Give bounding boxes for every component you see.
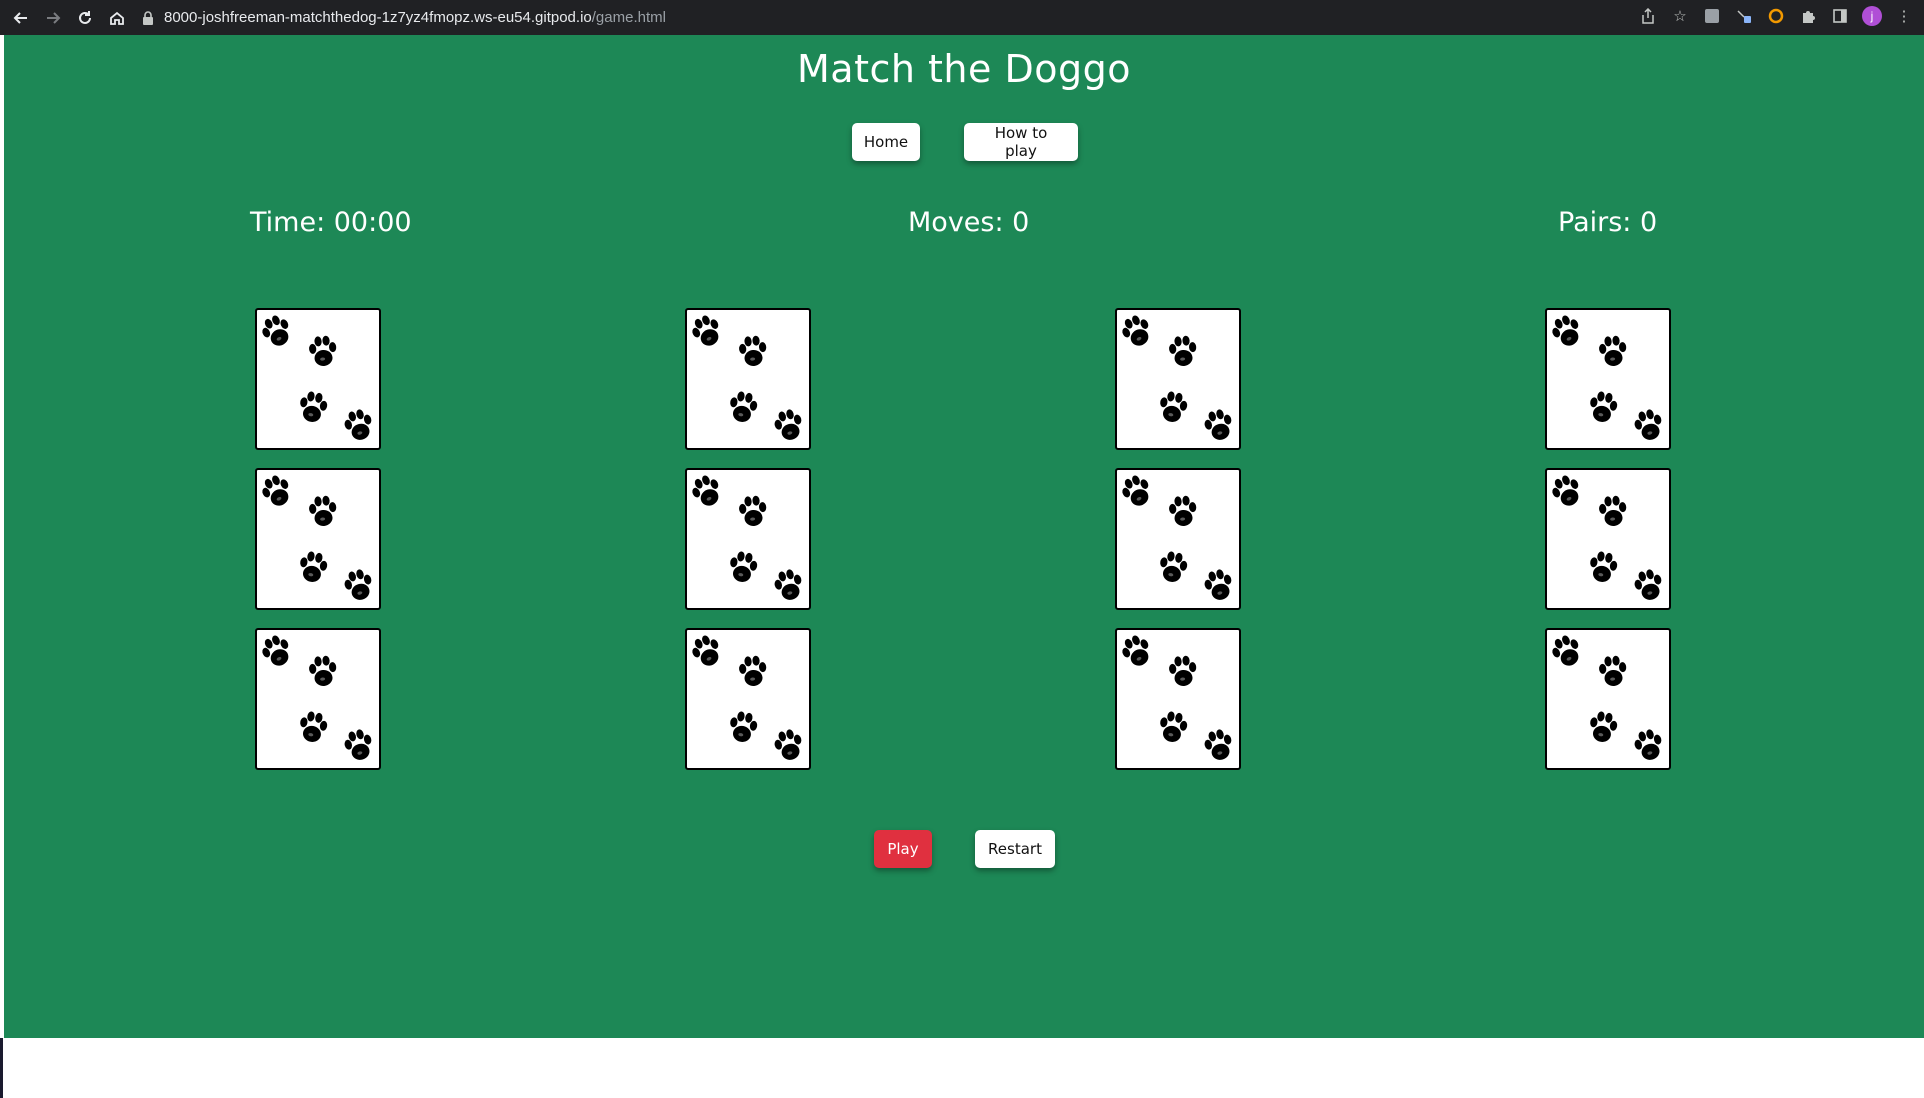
paw-prints-icon [1117, 310, 1239, 448]
restart-button[interactable]: Restart [975, 830, 1055, 868]
browser-actions: ☆ j ⋮ [1638, 6, 1914, 26]
lock-icon [142, 10, 154, 25]
memory-card[interactable] [685, 468, 811, 610]
kebab-menu-icon[interactable]: ⋮ [1894, 6, 1914, 26]
paw-prints-icon [687, 310, 809, 448]
timer-display: Time: 00:00 [250, 207, 412, 238]
profile-avatar[interactable]: j [1862, 6, 1882, 26]
bookmark-star-icon[interactable]: ☆ [1670, 6, 1690, 26]
share-icon[interactable] [1638, 6, 1658, 26]
browser-toolbar: 8000-joshfreeman-matchthedog-1z7yz4fmopz… [0, 0, 1924, 35]
how-to-play-button[interactable]: How to play [964, 123, 1078, 161]
reload-icon[interactable] [74, 7, 96, 29]
memory-card[interactable] [1545, 468, 1671, 610]
home-icon[interactable] [106, 7, 128, 29]
paw-prints-icon [257, 470, 379, 608]
memory-card[interactable] [1545, 628, 1671, 770]
memory-card[interactable] [685, 308, 811, 450]
paw-prints-icon [257, 310, 379, 448]
play-button[interactable]: Play [874, 830, 932, 868]
url-path: /game.html [591, 9, 666, 26]
side-panel-icon[interactable] [1830, 6, 1850, 26]
memory-card[interactable] [1115, 628, 1241, 770]
game-page: Match the Doggo Home How to play Time: 0… [4, 35, 1924, 1038]
memory-card[interactable] [1115, 468, 1241, 610]
memory-card[interactable] [255, 308, 381, 450]
extension-b-icon[interactable] [1734, 6, 1754, 26]
url-host: 8000-joshfreeman-matchthedog-1z7yz4fmopz… [164, 9, 592, 26]
paw-prints-icon [1117, 630, 1239, 768]
memory-card[interactable] [255, 628, 381, 770]
moves-counter: Moves: 0 [908, 207, 1030, 238]
memory-card[interactable] [685, 628, 811, 770]
page-footer-blank [0, 1038, 1924, 1098]
forward-arrow-icon[interactable] [42, 7, 64, 29]
memory-card[interactable] [1115, 308, 1241, 450]
memory-card[interactable] [1545, 308, 1671, 450]
puzzle-extensions-icon[interactable] [1798, 6, 1818, 26]
paw-prints-icon [1547, 310, 1669, 448]
page-title: Match the Doggo [797, 47, 1131, 91]
paw-prints-icon [1547, 470, 1669, 608]
paw-prints-icon [687, 630, 809, 768]
paw-prints-icon [1547, 630, 1669, 768]
memory-card[interactable] [255, 468, 381, 610]
paw-prints-icon [687, 470, 809, 608]
extension-a-icon[interactable] [1702, 6, 1722, 26]
back-arrow-icon[interactable] [10, 7, 32, 29]
address-bar[interactable]: 8000-joshfreeman-matchthedog-1z7yz4fmopz… [142, 5, 1622, 30]
paw-prints-icon [257, 630, 379, 768]
pairs-counter: Pairs: 0 [1558, 207, 1658, 238]
paw-prints-icon [1117, 470, 1239, 608]
window-edge [0, 1038, 3, 1098]
extension-c-icon[interactable] [1766, 6, 1786, 26]
home-button[interactable]: Home [852, 123, 920, 161]
